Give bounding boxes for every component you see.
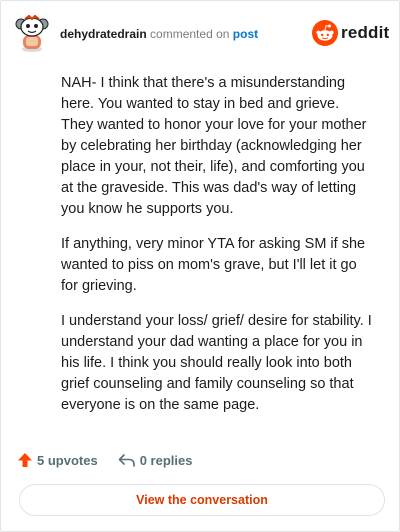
reddit-brand[interactable]: reddit <box>312 20 389 46</box>
upvote-count: 5 upvotes <box>37 452 98 468</box>
comment-header: dehydratedrain commented on post reddit <box>1 1 399 67</box>
post-link[interactable]: post <box>233 27 258 41</box>
comment-body: NAH- I think that there's a misunderstan… <box>61 73 373 430</box>
commented-on-text: commented on <box>150 27 230 41</box>
upvote-arrow-icon <box>18 453 32 467</box>
author-line: dehydratedrain commented on post <box>60 27 258 41</box>
reply-button[interactable]: 0 replies <box>118 452 193 468</box>
view-conversation-button[interactable]: View the conversation <box>19 484 385 516</box>
comment-paragraph: I understand your loss/ grief/ desire fo… <box>61 313 372 413</box>
reply-count: 0 replies <box>139 452 193 468</box>
reddit-wordmark: reddit <box>341 23 390 42</box>
snoo-avatar-icon <box>15 14 49 52</box>
comment-paragraph: If anything, very minor YTA for asking S… <box>61 236 366 294</box>
author-username[interactable]: dehydratedrain <box>60 27 147 41</box>
comment-paragraph: NAH- I think that there's a misunderstan… <box>61 75 367 217</box>
upvote-button[interactable]: 5 upvotes <box>17 452 98 468</box>
comment-footer: 5 upvotes 0 replies <box>17 449 383 471</box>
reply-arrow-icon <box>118 454 135 467</box>
comment-card: dehydratedrain commented on post reddit … <box>0 0 400 532</box>
reddit-snoo-icon <box>312 20 338 46</box>
user-avatar[interactable] <box>15 13 49 53</box>
